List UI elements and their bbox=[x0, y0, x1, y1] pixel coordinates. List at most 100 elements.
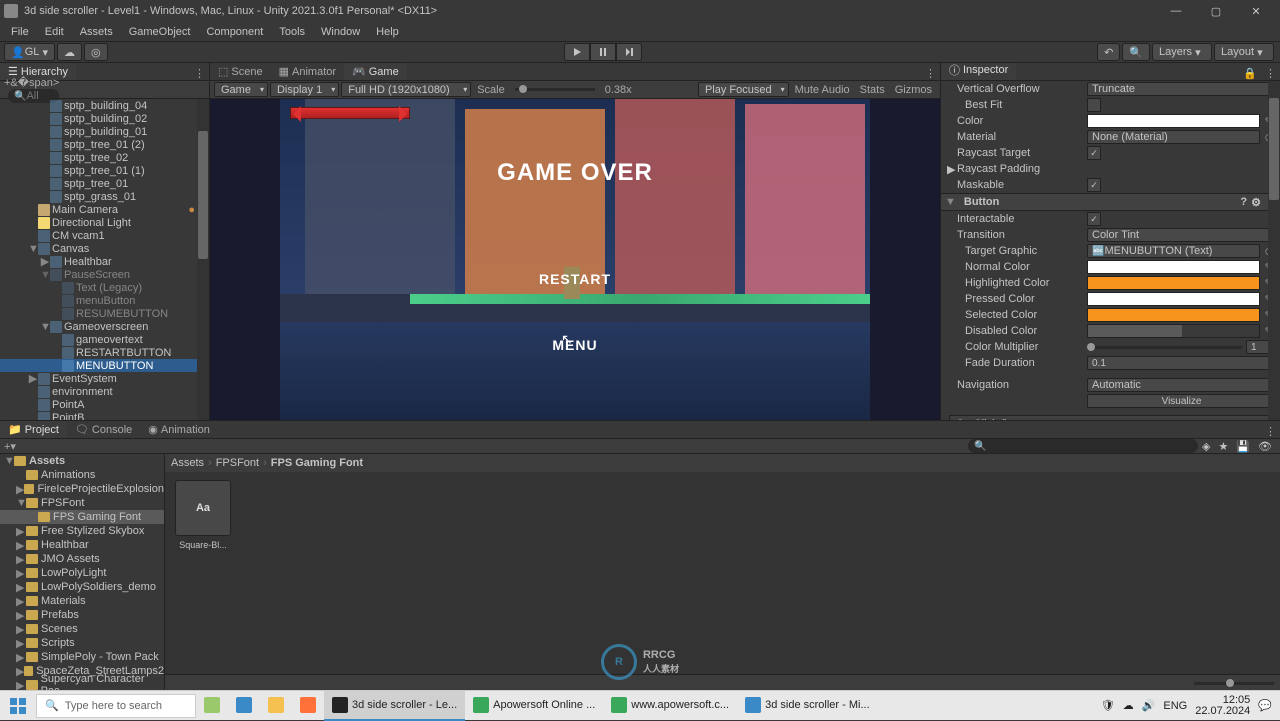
project-search-input[interactable]: 🔍 bbox=[968, 439, 1198, 453]
project-tree-item[interactable]: ▶Materials bbox=[0, 594, 164, 608]
breadcrumb-item[interactable]: FPS Gaming Font bbox=[271, 457, 363, 469]
tray-icon[interactable]: ☁ bbox=[1123, 699, 1134, 712]
start-button[interactable] bbox=[0, 691, 36, 721]
hierarchy-options-icon[interactable]: ⋮ bbox=[190, 67, 209, 80]
maskable-checkbox[interactable] bbox=[1087, 178, 1101, 192]
project-tree-item[interactable]: ▶Healthbar bbox=[0, 538, 164, 552]
menu-edit[interactable]: Edit bbox=[38, 25, 71, 39]
tray-icon[interactable]: 🛡 bbox=[1101, 699, 1115, 712]
disabled-color-swatch[interactable] bbox=[1087, 324, 1260, 338]
menu-file[interactable]: File bbox=[4, 25, 36, 39]
animation-tab[interactable]: ◉ Animation bbox=[140, 421, 218, 438]
undo-history-button[interactable]: ↶ bbox=[1097, 43, 1120, 61]
filter-by-label-icon[interactable]: ★ bbox=[1214, 440, 1232, 453]
hierarchy-scrollbar[interactable] bbox=[197, 99, 209, 420]
project-tree-item[interactable]: ▶FireIceProjectileExplosion bbox=[0, 482, 164, 496]
taskbar-item[interactable] bbox=[260, 691, 292, 721]
mute-audio-toggle[interactable]: Mute Audio bbox=[791, 84, 854, 96]
project-tree-item[interactable]: ▼Assets bbox=[0, 454, 164, 468]
close-button[interactable]: ✕ bbox=[1236, 0, 1276, 22]
layout-dropdown[interactable]: Layout ▾ bbox=[1214, 43, 1274, 61]
project-zoom-slider[interactable] bbox=[1194, 682, 1274, 685]
aspect-dropdown[interactable]: Full HD (1920x1080) bbox=[341, 82, 471, 97]
menu-gameobject[interactable]: GameObject bbox=[122, 25, 198, 39]
project-tree-item[interactable]: ▶SimplePoly - Town Pack bbox=[0, 650, 164, 664]
project-tree-item[interactable]: FPS Gaming Font bbox=[0, 510, 164, 524]
save-search-icon[interactable]: 💾 bbox=[1232, 440, 1254, 453]
tray-language-indicator[interactable]: ENG bbox=[1163, 700, 1187, 712]
menu-tools[interactable]: Tools bbox=[272, 25, 312, 39]
gizmos-toggle[interactable]: Gizmos bbox=[891, 84, 936, 96]
hierarchy-item[interactable]: Text (Legacy) bbox=[0, 281, 209, 294]
menu-window[interactable]: Window bbox=[314, 25, 367, 39]
project-asset-item[interactable]: Aa Square-Bl... bbox=[173, 480, 233, 550]
display-dropdown[interactable]: Display 1 bbox=[270, 82, 339, 97]
menu-assets[interactable]: Assets bbox=[73, 25, 120, 39]
play-button[interactable] bbox=[564, 43, 590, 61]
game-tab[interactable]: 🎮 Game bbox=[344, 63, 407, 80]
hierarchy-item[interactable]: ▼Gameoverscreen bbox=[0, 320, 209, 333]
hierarchy-item[interactable]: ▶EventSystem bbox=[0, 372, 209, 385]
project-tree-item[interactable]: ▶LowPolySoldiers_demo bbox=[0, 580, 164, 594]
minimize-button[interactable]: — bbox=[1156, 0, 1196, 22]
notification-icon[interactable]: 💬 bbox=[1258, 699, 1272, 712]
bestfit-checkbox[interactable] bbox=[1087, 98, 1101, 112]
game-view-canvas[interactable]: ↖ GAME OVER RESTART MENU bbox=[280, 99, 870, 420]
hierarchy-item[interactable]: sptp_building_02 bbox=[0, 112, 209, 125]
breadcrumb-item[interactable]: FPSFont bbox=[216, 457, 259, 469]
hierarchy-item[interactable]: sptp_tree_01 bbox=[0, 177, 209, 190]
menu-help[interactable]: Help bbox=[369, 25, 406, 39]
raycast-checkbox[interactable] bbox=[1087, 146, 1101, 160]
taskbar-item[interactable] bbox=[292, 691, 324, 721]
hierarchy-item[interactable]: menuButton bbox=[0, 294, 209, 307]
selected-color-swatch[interactable] bbox=[1087, 308, 1260, 322]
hierarchy-item[interactable]: Main Camera● bbox=[0, 203, 209, 216]
animator-tab[interactable]: ▦ Animator bbox=[271, 63, 344, 80]
game-mode-dropdown[interactable]: Game bbox=[214, 82, 268, 97]
maximize-button[interactable]: ▢ bbox=[1196, 0, 1236, 22]
color-multiplier-slider[interactable] bbox=[1087, 346, 1242, 349]
transition-dropdown[interactable]: Color Tint bbox=[1087, 228, 1276, 242]
project-tree-item[interactable]: ▼FPSFont bbox=[0, 496, 164, 510]
project-tree-item[interactable]: ▶Prefabs bbox=[0, 608, 164, 622]
taskbar-item[interactable]: 3d side scroller - Le... bbox=[324, 691, 465, 721]
project-tree-item[interactable]: Animations bbox=[0, 468, 164, 482]
play-focused-dropdown[interactable]: Play Focused bbox=[698, 82, 789, 97]
step-button[interactable] bbox=[616, 43, 642, 61]
taskbar-search-input[interactable]: 🔍 Type here to search bbox=[36, 694, 196, 718]
color-swatch[interactable] bbox=[1087, 114, 1260, 128]
hierarchy-item[interactable]: RESTARTBUTTON bbox=[0, 346, 209, 359]
stats-toggle[interactable]: Stats bbox=[856, 84, 889, 96]
taskbar-item[interactable]: Apowersoft Online ... bbox=[465, 691, 603, 721]
pause-button[interactable] bbox=[590, 43, 616, 61]
navigation-dropdown[interactable]: Automatic bbox=[1087, 378, 1276, 392]
taskbar-clock[interactable]: 12:05 22.07.2024 bbox=[1195, 695, 1250, 717]
interactable-checkbox[interactable] bbox=[1087, 212, 1101, 226]
visualize-button[interactable]: Visualize bbox=[1087, 394, 1276, 408]
hierarchy-item[interactable]: sptp_tree_02 bbox=[0, 151, 209, 164]
taskbar-item[interactable]: www.apowersoft.c... bbox=[603, 691, 737, 721]
console-tab[interactable]: 🗨 Console bbox=[67, 421, 140, 438]
project-tab[interactable]: 📁 Project bbox=[0, 421, 67, 438]
inspector-options-icon[interactable]: ⋮ bbox=[1261, 67, 1280, 80]
hierarchy-item[interactable]: sptp_tree_01 (1) bbox=[0, 164, 209, 177]
hierarchy-item[interactable]: MENUBUTTON bbox=[0, 359, 209, 372]
taskbar-item[interactable] bbox=[196, 691, 228, 721]
project-tree-item[interactable]: ▶Free Stylized Skybox bbox=[0, 524, 164, 538]
vertical-overflow-dropdown[interactable]: Truncate bbox=[1087, 82, 1276, 96]
hierarchy-item[interactable]: gameovertext bbox=[0, 333, 209, 346]
hierarchy-item[interactable]: CM vcam1 bbox=[0, 229, 209, 242]
search-button[interactable]: 🔍 bbox=[1122, 43, 1150, 61]
scene-tab[interactable]: ⬚ Scene bbox=[210, 63, 271, 80]
hierarchy-item[interactable]: environment bbox=[0, 385, 209, 398]
taskbar-item[interactable]: 3d side scroller - Mi... bbox=[737, 691, 878, 721]
cloud-button[interactable]: ☁ bbox=[57, 43, 82, 61]
layers-dropdown[interactable]: Layers ▾ bbox=[1152, 43, 1212, 61]
help-icon[interactable]: ? bbox=[1240, 196, 1247, 208]
filter-by-type-icon[interactable]: ◈ bbox=[1198, 440, 1214, 453]
scale-slider[interactable] bbox=[515, 88, 595, 91]
highlighted-color-swatch[interactable] bbox=[1087, 276, 1260, 290]
target-graphic-field[interactable]: 🔤 MENUBUTTON (Text) bbox=[1087, 244, 1260, 258]
inspector-tab[interactable]: ⓘ Inspector bbox=[941, 63, 1016, 80]
tray-icon[interactable]: 🔊 bbox=[1142, 699, 1156, 712]
